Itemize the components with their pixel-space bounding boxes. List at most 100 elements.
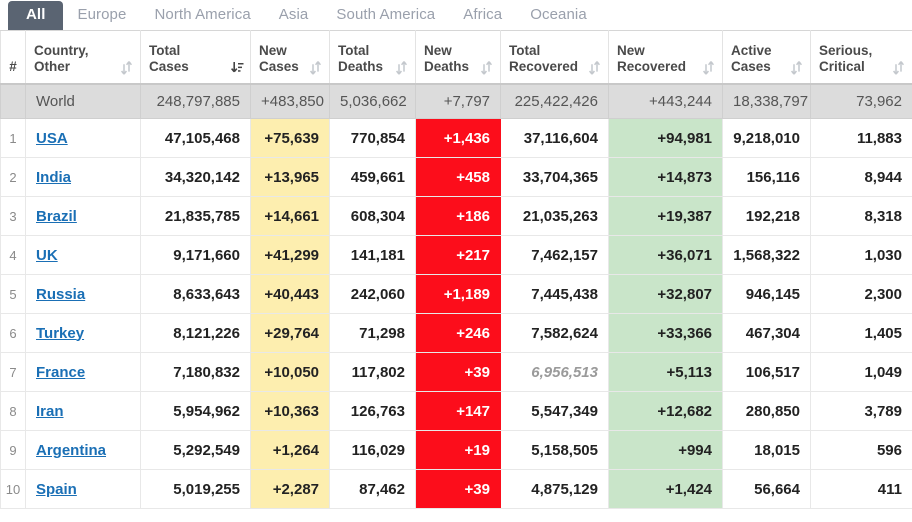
table-body: World248,797,885+483,8505,036,662+7,7972…	[1, 84, 912, 509]
tab-europe[interactable]: Europe	[63, 2, 140, 30]
country-link[interactable]: UK	[36, 247, 58, 264]
column-header-content: TotalDeaths	[338, 43, 407, 75]
table-row: 6Turkey8,121,226+29,76471,298+2467,582,6…	[1, 314, 912, 353]
sort-icon[interactable]	[791, 61, 802, 75]
row-new-recovered: +443,244	[609, 84, 723, 119]
row-serious-critical: 596	[811, 431, 912, 470]
row-new-recovered: +94,981	[609, 119, 723, 158]
row-country: France	[26, 353, 141, 392]
row-total-recovered: 21,035,263	[501, 197, 609, 236]
sort-icon[interactable]	[589, 61, 600, 75]
column-header-total-recovered[interactable]: TotalRecovered	[501, 31, 609, 84]
row-new-deaths: +1,189	[416, 275, 501, 314]
column-header-line1: New	[424, 43, 469, 59]
column-header-content: NewDeaths	[424, 43, 492, 75]
row-new-deaths: +39	[416, 470, 501, 509]
row-total-deaths: 242,060	[330, 275, 416, 314]
column-header-line2: Critical	[819, 59, 872, 75]
row-new-deaths: +147	[416, 392, 501, 431]
column-header-content: TotalCases	[149, 43, 242, 75]
row-total-cases: 5,292,549	[141, 431, 251, 470]
row-new-recovered: +994	[609, 431, 723, 470]
country-link[interactable]: Iran	[36, 403, 64, 420]
row-active-cases: 18,015	[723, 431, 811, 470]
column-header-line1: Serious,	[819, 43, 872, 59]
column-header-label: NewCases	[259, 43, 299, 75]
row-country: Spain	[26, 470, 141, 509]
column-header-rank[interactable]: #	[1, 31, 26, 84]
column-header-new-cases[interactable]: NewCases	[251, 31, 330, 84]
column-header-serious-critical[interactable]: Serious,Critical	[811, 31, 912, 84]
sort-icon[interactable]	[893, 61, 904, 75]
table-row: 7France7,180,832+10,050117,802+396,956,5…	[1, 353, 912, 392]
tab-asia[interactable]: Asia	[265, 2, 323, 30]
row-new-recovered: +14,873	[609, 158, 723, 197]
column-header-label: Country,Other	[34, 43, 89, 75]
country-link[interactable]: Brazil	[36, 208, 77, 225]
table-row: 4UK9,171,660+41,299141,181+2177,462,157+…	[1, 236, 912, 275]
row-new-recovered: +19,387	[609, 197, 723, 236]
sort-desc-icon[interactable]	[231, 61, 242, 75]
country-link[interactable]: France	[36, 364, 85, 381]
column-header-total-deaths[interactable]: TotalDeaths	[330, 31, 416, 84]
country-link[interactable]: India	[36, 169, 71, 186]
column-header-line2: Cases	[731, 59, 772, 75]
continent-tabbar[interactable]: AllEuropeNorth AmericaAsiaSouth AmericaA…	[0, 0, 912, 30]
row-serious-critical: 411	[811, 470, 912, 509]
country-link[interactable]: Turkey	[36, 325, 84, 342]
tab-north-america[interactable]: North America	[140, 2, 264, 30]
column-header-country-other[interactable]: Country,Other	[26, 31, 141, 84]
column-header-line2: Cases	[259, 59, 299, 75]
tab-oceania[interactable]: Oceania	[516, 2, 601, 30]
column-header-content: Serious,Critical	[819, 43, 904, 75]
row-serious-critical: 73,962	[811, 84, 912, 119]
column-header-line1: Total	[509, 43, 578, 59]
sort-icon[interactable]	[121, 61, 132, 75]
table-header: #Country,OtherTotalCasesNewCasesTotalDea…	[1, 31, 912, 84]
row-active-cases: 946,145	[723, 275, 811, 314]
sort-icon[interactable]	[703, 61, 714, 75]
column-header-new-deaths[interactable]: NewDeaths	[416, 31, 501, 84]
column-header-label: NewRecovered	[617, 43, 686, 75]
row-rank: 9	[1, 431, 26, 470]
table-row: 9Argentina5,292,549+1,264116,029+195,158…	[1, 431, 912, 470]
sort-icon[interactable]	[396, 61, 407, 75]
row-new-recovered: +33,366	[609, 314, 723, 353]
row-new-cases: +10,363	[251, 392, 330, 431]
column-header-content: ActiveCases	[731, 43, 802, 75]
row-new-deaths: +19	[416, 431, 501, 470]
row-active-cases: 156,116	[723, 158, 811, 197]
row-total-recovered: 7,445,438	[501, 275, 609, 314]
row-total-cases: 21,835,785	[141, 197, 251, 236]
row-total-deaths: 71,298	[330, 314, 416, 353]
row-rank: 10	[1, 470, 26, 509]
row-country: India	[26, 158, 141, 197]
tab-africa[interactable]: Africa	[449, 2, 516, 30]
row-total-deaths: 770,854	[330, 119, 416, 158]
country-link[interactable]: Spain	[36, 481, 77, 498]
country-link[interactable]: Russia	[36, 286, 85, 303]
column-header-line2: Recovered	[509, 59, 578, 75]
row-total-cases: 8,633,643	[141, 275, 251, 314]
row-total-deaths: 116,029	[330, 431, 416, 470]
tab-south-america[interactable]: South America	[322, 2, 449, 30]
row-country-name: World	[26, 84, 141, 119]
row-total-cases: 34,320,142	[141, 158, 251, 197]
column-header-content: NewRecovered	[617, 43, 714, 75]
row-new-cases: +1,264	[251, 431, 330, 470]
row-active-cases: 280,850	[723, 392, 811, 431]
column-header-active-cases[interactable]: ActiveCases	[723, 31, 811, 84]
sort-icon[interactable]	[481, 61, 492, 75]
country-link[interactable]: Argentina	[36, 442, 106, 459]
row-active-cases: 9,218,010	[723, 119, 811, 158]
column-header-line2: Recovered	[617, 59, 686, 75]
column-header-label: #	[9, 59, 17, 74]
row-new-recovered: +36,071	[609, 236, 723, 275]
column-header-line2: Other	[34, 59, 89, 75]
tab-all[interactable]: All	[8, 1, 63, 30]
column-header-total-cases[interactable]: TotalCases	[141, 31, 251, 84]
country-link[interactable]: USA	[36, 130, 68, 147]
column-header-new-recovered[interactable]: NewRecovered	[609, 31, 723, 84]
row-rank: 3	[1, 197, 26, 236]
sort-icon[interactable]	[310, 61, 321, 75]
